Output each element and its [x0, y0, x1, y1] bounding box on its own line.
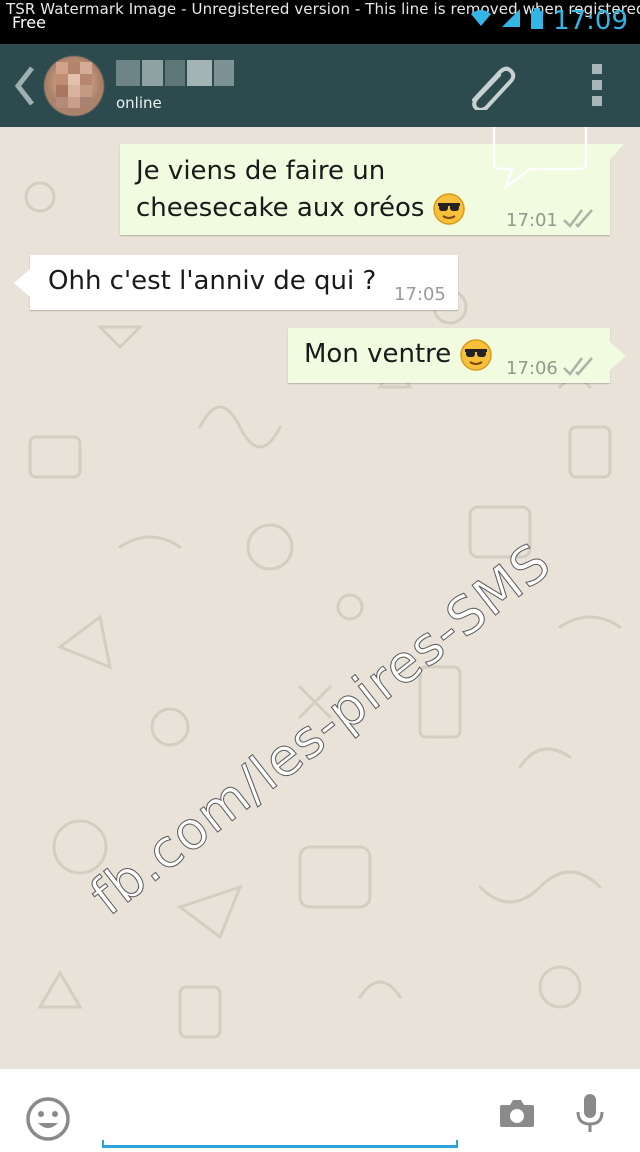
back-icon[interactable] — [12, 64, 36, 112]
double-check-icon — [562, 202, 596, 239]
mic-icon[interactable] — [574, 1092, 606, 1140]
double-check-icon — [562, 350, 596, 387]
carrier-name: Free — [12, 13, 46, 32]
message-text-line: cheesecake aux oréos — [136, 193, 425, 223]
message-bubble-outgoing[interactable]: Mon ventre 17:06 — [288, 328, 626, 383]
message-input[interactable] — [104, 1090, 458, 1136]
wifi-icon — [470, 8, 492, 30]
emoji-icon[interactable] — [24, 1095, 72, 1147]
attach-icon[interactable] — [466, 60, 520, 114]
signal-icon — [500, 8, 522, 30]
status-bar: TSR Watermark Image - Unregistered versi… — [0, 0, 640, 44]
overflow-menu-icon[interactable] — [592, 64, 604, 112]
contact-status: online — [116, 94, 162, 112]
avatar-pixelation — [56, 62, 92, 108]
message-bubble-incoming[interactable]: Ohh c'est l'anniv de qui ? 17:05 — [14, 255, 458, 310]
message-text-line: Je viens de faire un — [136, 156, 386, 186]
message-time: 17:05 — [394, 284, 446, 305]
message-text-line: Mon ventre — [304, 339, 452, 369]
bubble-tail — [610, 342, 626, 370]
message-time: 17:06 — [506, 358, 558, 379]
battery-icon — [530, 8, 544, 30]
chat-bubble-doodle — [492, 127, 588, 191]
bubble-tail — [14, 269, 30, 297]
status-watermark: TSR Watermark Image - Unregistered versi… — [6, 0, 640, 18]
input-underline — [102, 1140, 458, 1148]
bubble-tail — [608, 144, 624, 162]
status-clock: 17:09 — [553, 6, 628, 36]
sunglasses-emoji — [432, 192, 465, 225]
chat-header: online — [0, 44, 640, 127]
message-text-line: Ohh c'est l'anniv de qui ? — [48, 266, 377, 296]
contact-name-redacted[interactable] — [116, 60, 234, 86]
chat-area: Je viens de faire un cheesecake aux oréo… — [0, 127, 640, 1069]
camera-icon[interactable] — [498, 1097, 536, 1133]
message-time: 17:01 — [506, 210, 558, 231]
sunglasses-emoji — [459, 338, 492, 371]
